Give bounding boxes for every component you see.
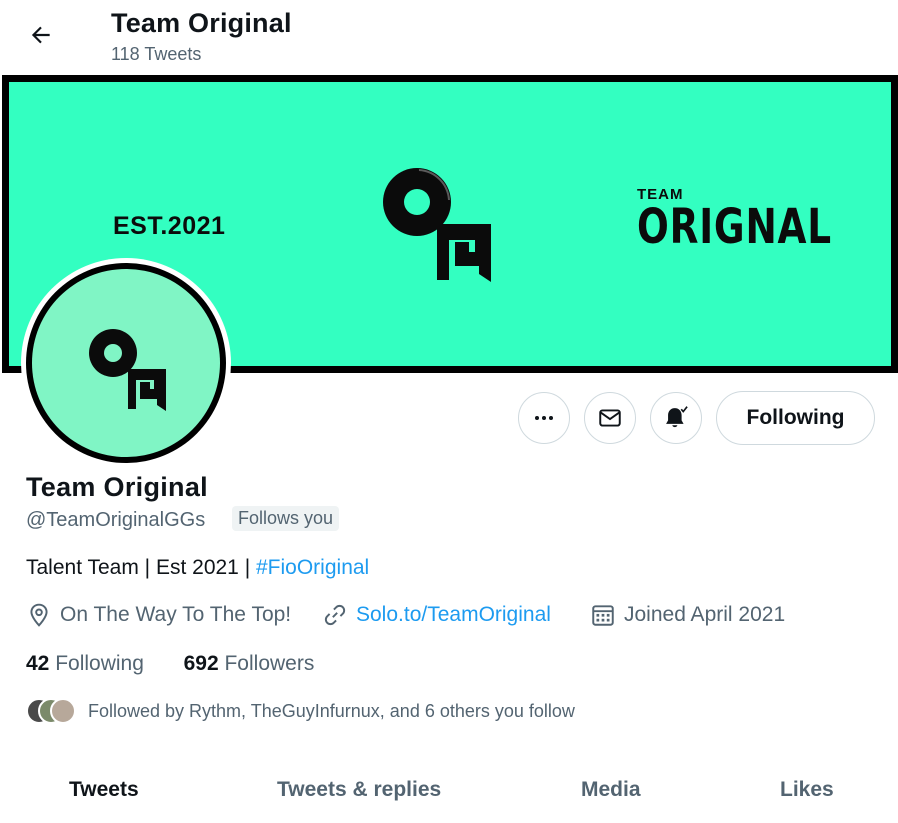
- followed-by-text: Followed by Rythm, TheGuyInfurnux, and 6…: [88, 700, 575, 721]
- profile-name: Team Original: [26, 472, 208, 502]
- profile-bio: Talent Team | Est 2021 | #FioOriginal: [26, 556, 369, 580]
- tab-tweets-replies[interactable]: Tweets & replies: [277, 778, 441, 802]
- banner-est-text: EST.2021: [113, 212, 226, 240]
- profile-handle: @TeamOriginalGGs: [26, 509, 206, 531]
- location-pin-icon: [30, 603, 48, 627]
- profile-tabs: Tweets Tweets & replies Media Likes: [0, 760, 898, 823]
- banner-brand-big: ORIGNAL: [637, 199, 832, 255]
- followers-count-link[interactable]: 692 Followers: [184, 652, 315, 675]
- bio-hashtag-link[interactable]: #FioOriginal: [256, 556, 369, 579]
- avatar-image: [32, 269, 220, 457]
- avatar-border: [26, 263, 226, 463]
- og-logo-icon: [383, 168, 491, 282]
- profile-website[interactable]: Solo.to/TeamOriginal: [322, 601, 551, 629]
- tab-tweets[interactable]: Tweets: [69, 778, 139, 802]
- followed-by[interactable]: Followed by Rythm, TheGuyInfurnux, and 6…: [26, 696, 575, 726]
- profile-location: On The Way To The Top!: [26, 601, 291, 629]
- followers-label: Followers: [218, 652, 315, 675]
- avatar[interactable]: [21, 258, 231, 468]
- bio-text: Talent Team | Est 2021 |: [26, 556, 256, 579]
- og-avatar-logo-icon: [89, 329, 166, 411]
- follower-avatar: [50, 698, 76, 724]
- tweet-count: 118 Tweets: [111, 44, 202, 64]
- follows-you-badge: Follows you: [232, 506, 340, 531]
- notifications-button[interactable]: [650, 392, 702, 444]
- link-icon: [324, 604, 346, 626]
- tab-likes[interactable]: Likes: [780, 778, 834, 802]
- joined-text: Joined April 2021: [624, 603, 786, 626]
- follow-counts: 42 Following 692 Followers: [26, 652, 314, 676]
- website-link[interactable]: Solo.to/TeamOriginal: [356, 603, 551, 627]
- more-button[interactable]: [518, 392, 570, 444]
- following-count-link[interactable]: 42 Following: [26, 652, 144, 675]
- bell-check-icon: [666, 406, 688, 428]
- message-button[interactable]: [584, 392, 636, 444]
- profile-joined: Joined April 2021: [590, 601, 785, 629]
- page-title: Team Original: [111, 8, 292, 38]
- calendar-icon: [592, 605, 614, 626]
- location-text: On The Way To The Top!: [60, 603, 292, 626]
- followers-count: 692: [183, 652, 219, 675]
- mail-icon: [599, 409, 621, 427]
- following-button[interactable]: Following: [716, 391, 875, 445]
- tab-media[interactable]: Media: [581, 778, 641, 802]
- back-button[interactable]: [20, 16, 62, 54]
- more-horizontal-icon: [535, 416, 553, 420]
- arrow-left-icon: [31, 26, 50, 44]
- profile-header: Team Original 118 Tweets: [0, 0, 898, 76]
- banner-brand: TEAM ORIGNAL: [637, 187, 837, 252]
- following-count: 42: [26, 652, 50, 675]
- following-label: Following: [49, 652, 144, 675]
